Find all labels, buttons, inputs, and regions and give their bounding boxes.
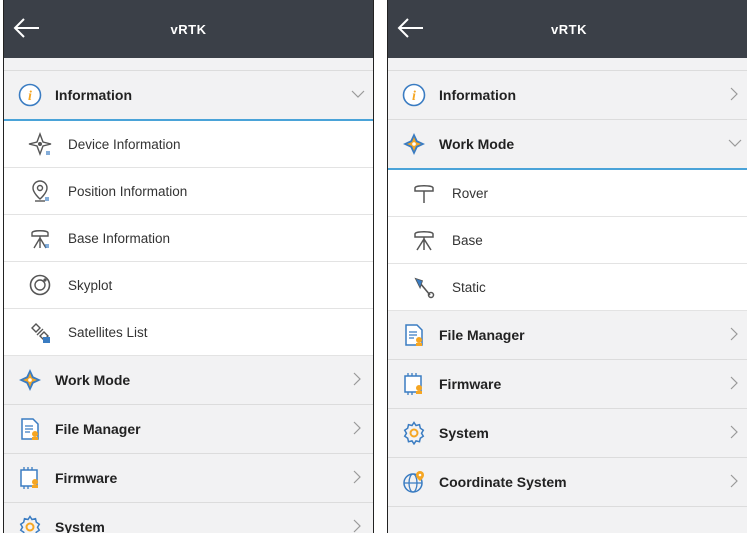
left-phone-screen: vRTK i Information Device Information Po… xyxy=(3,0,374,533)
satellite-icon xyxy=(28,320,52,344)
submenu-label: Satellites List xyxy=(68,324,148,340)
chevron-right-icon xyxy=(728,87,740,101)
submenu-base[interactable]: Base xyxy=(388,217,747,264)
submenu-rover[interactable]: Rover xyxy=(388,170,747,217)
gear-icon xyxy=(18,515,42,533)
submenu-label: Rover xyxy=(452,185,489,201)
menu-label: Information xyxy=(439,87,516,103)
location-pin-icon xyxy=(28,179,52,203)
menu-item-information[interactable]: i Information xyxy=(4,71,373,121)
submenu-label: Base Information xyxy=(68,230,171,246)
app-title: vRTK xyxy=(170,22,207,37)
menu-label: Information xyxy=(55,87,132,103)
menu-label: Work Mode xyxy=(439,136,515,152)
chevron-right-icon xyxy=(351,519,363,533)
menu-item-work-mode[interactable]: Work Mode xyxy=(4,356,373,405)
submenu-base-information[interactable]: Base Information xyxy=(4,215,373,262)
file-manager-icon xyxy=(402,323,426,347)
menu-label: File Manager xyxy=(55,421,141,437)
submenu-position-information[interactable]: Position Information xyxy=(4,168,373,215)
chevron-right-icon xyxy=(351,470,363,484)
work-mode-compass-icon xyxy=(402,132,426,156)
menu-item-system[interactable]: System xyxy=(4,503,373,533)
info-icon: i xyxy=(18,83,42,107)
submenu-label: Position Information xyxy=(68,183,188,199)
menu-item-file-manager[interactable]: File Manager xyxy=(388,311,747,360)
device-compass-icon xyxy=(28,132,52,156)
menu-label: Firmware xyxy=(55,470,118,486)
work-mode-compass-icon xyxy=(18,368,42,392)
menu-label: Work Mode xyxy=(55,372,131,388)
submenu-label: Skyplot xyxy=(68,277,113,293)
menu-label: System xyxy=(55,519,105,533)
menu-item-system[interactable]: System xyxy=(388,409,747,458)
menu-label: System xyxy=(439,425,489,441)
static-survey-icon xyxy=(412,275,436,299)
chevron-down-icon xyxy=(728,136,742,150)
top-bar: vRTK xyxy=(4,0,373,58)
spacer xyxy=(4,58,373,71)
chevron-right-icon xyxy=(728,425,740,439)
menu-item-work-mode[interactable]: Work Mode xyxy=(388,120,747,170)
chevron-right-icon xyxy=(351,421,363,435)
spacer xyxy=(388,58,747,71)
menu-label: Coordinate System xyxy=(439,474,567,490)
globe-icon xyxy=(402,470,426,494)
firmware-chip-icon xyxy=(402,372,426,396)
chevron-right-icon xyxy=(728,474,740,488)
base-tripod-icon xyxy=(412,228,436,252)
menu-label: File Manager xyxy=(439,327,525,343)
gear-icon xyxy=(402,421,426,445)
top-bar: vRTK xyxy=(388,0,747,58)
submenu-satellites-list[interactable]: Satellites List xyxy=(4,309,373,356)
info-icon: i xyxy=(402,83,426,107)
base-station-icon xyxy=(28,226,52,250)
submenu-label: Device Information xyxy=(68,136,181,152)
file-manager-icon xyxy=(18,417,42,441)
menu-item-file-manager[interactable]: File Manager xyxy=(4,405,373,454)
menu-item-coordinate-system[interactable]: Coordinate System xyxy=(388,458,747,507)
submenu-label: Base xyxy=(452,232,483,248)
menu-label: Firmware xyxy=(439,376,502,392)
menu-item-firmware[interactable]: Firmware xyxy=(388,360,747,409)
menu-item-firmware[interactable]: Firmware xyxy=(4,454,373,503)
rover-antenna-icon xyxy=(412,181,436,205)
submenu-static[interactable]: Static xyxy=(388,264,747,311)
svg-text:i: i xyxy=(28,89,32,104)
chevron-down-icon xyxy=(351,87,365,101)
skyplot-icon xyxy=(28,273,52,297)
right-phone-screen: vRTK i Information Work Mode Rover Base xyxy=(387,0,747,533)
submenu-skyplot[interactable]: Skyplot xyxy=(4,262,373,309)
chevron-right-icon xyxy=(728,327,740,341)
svg-text:i: i xyxy=(412,89,416,104)
menu-item-information[interactable]: i Information xyxy=(388,71,747,120)
submenu-device-information[interactable]: Device Information xyxy=(4,121,373,168)
submenu-label: Static xyxy=(452,279,486,295)
chevron-right-icon xyxy=(728,376,740,390)
chevron-right-icon xyxy=(351,372,363,386)
app-title: vRTK xyxy=(551,22,587,37)
firmware-chip-icon xyxy=(18,466,42,490)
